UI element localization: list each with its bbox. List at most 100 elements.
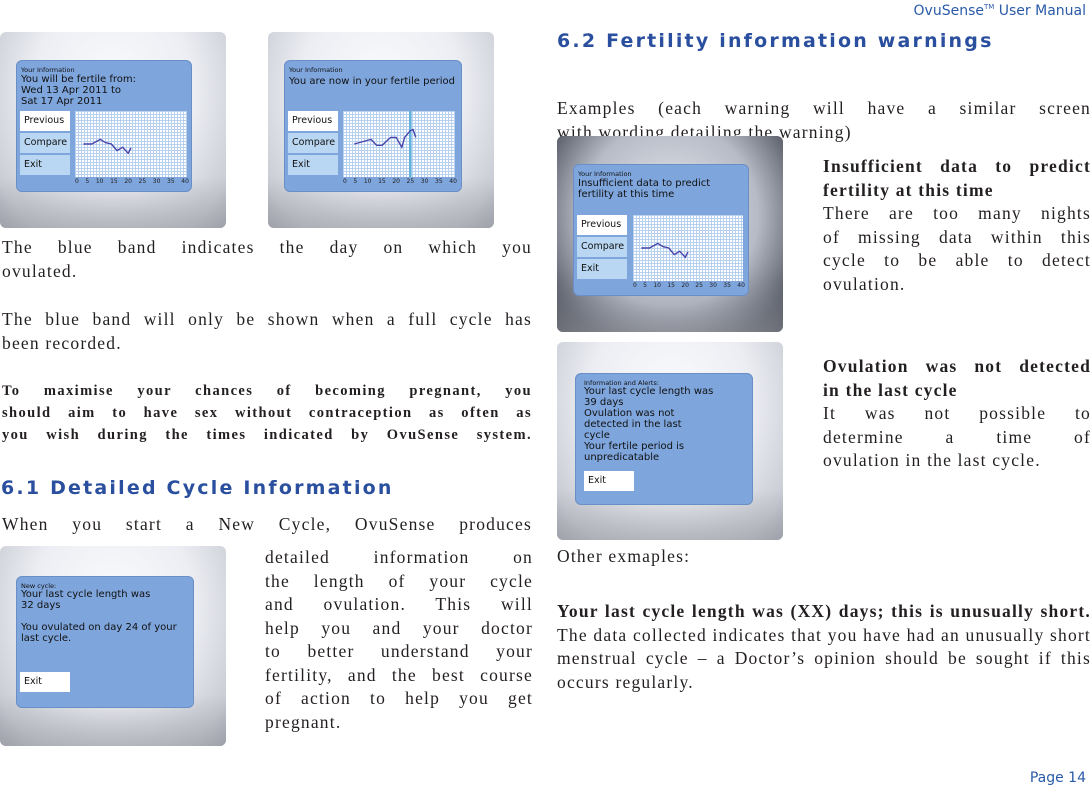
- tick-label: 25: [695, 282, 703, 289]
- paragraph-maximise-chances: To maximise your chances of becoming pre…: [2, 380, 532, 446]
- previous-button[interactable]: Previous: [288, 111, 338, 131]
- paragraph-new-cycle-intro: When you start a New Cycle, OvuSense pro…: [2, 513, 532, 537]
- paragraph-full-cycle: The blue band will only be shown when a …: [2, 308, 532, 355]
- exit-button[interactable]: Exit: [288, 155, 338, 175]
- temperature-line: [83, 139, 131, 153]
- temperature-line: [354, 129, 416, 147]
- text-line: of missing data within this: [823, 226, 1091, 247]
- tick-label: 5: [85, 178, 90, 185]
- device-screen: Your Information You will be fertile fro…: [16, 60, 192, 192]
- text-line: cycle to be able to detect: [823, 250, 1091, 270]
- text-line: ovulated.: [2, 260, 78, 281]
- text-line: should aim to have sex without contracep…: [2, 405, 532, 421]
- page-number: Page 14: [1029, 770, 1086, 786]
- screen-caption: Your Information: [289, 66, 343, 74]
- tick-label: 0: [343, 178, 347, 185]
- device-image-fertile-period: Your Information You are now in your fer…: [268, 32, 494, 228]
- brand-name: OvuSense: [913, 3, 984, 19]
- screen-message: You will be fertile from: Wed 13 Apr 201…: [21, 74, 137, 107]
- tick-label: 35: [435, 178, 443, 185]
- tick-label: 35: [723, 282, 731, 289]
- tick-label: 20: [124, 178, 132, 185]
- tick-label: 10: [95, 178, 104, 185]
- screen-message: Your last cycle length was 39 days Ovula…: [584, 386, 714, 463]
- section-heading-6-2: 6.2 Fertility information warnings: [557, 30, 994, 52]
- text-line: you wish during the times indicated by O…: [2, 427, 532, 443]
- text-line: ovulation in the last cycle.: [823, 450, 1041, 470]
- tick-label: 40: [181, 178, 189, 185]
- previous-button[interactable]: Previous: [577, 215, 627, 235]
- temperature-chart: [75, 111, 187, 177]
- tick-label: 30: [709, 282, 717, 289]
- warning-insufficient-data: Insufficient data to predict fertility a…: [823, 155, 1091, 296]
- screen-message: You are now in your fertile period: [289, 76, 455, 87]
- text-line: To maximise your chances of becoming pre…: [2, 383, 532, 399]
- exit-button[interactable]: Exit: [577, 259, 627, 279]
- text-line: It was not possible to: [823, 403, 1091, 423]
- text-line: help you and your doctor: [265, 617, 533, 638]
- text-line: ovulation.: [823, 273, 906, 294]
- paragraph-short-cycle-warning: Your last cycle length was (XX) days; th…: [557, 600, 1091, 694]
- tick-label: 20: [681, 282, 689, 289]
- chart-day-axis: 0 5 10 15 20 25 30 35 40: [633, 282, 745, 289]
- section-heading-6-1: 6.1 Detailed Cycle Information: [1, 477, 394, 499]
- device-screen: New cycle: Your last cycle length was 32…: [16, 576, 194, 708]
- device-image-fertile-from: Your Information You will be fertile fro…: [0, 32, 226, 228]
- screen-message: Your last cycle length was 32 days You o…: [21, 589, 177, 644]
- temperature-curve: [633, 215, 743, 281]
- device-image-insufficient-data: Your Information Insufficient data to pr…: [557, 136, 783, 332]
- tick-label: 30: [420, 178, 429, 185]
- temperature-curve: [75, 111, 187, 177]
- ovulation-band: [409, 111, 412, 177]
- text-line: to better understand your: [265, 641, 533, 661]
- tick-label: 35: [167, 178, 175, 185]
- text-line: pregnant.: [265, 711, 342, 732]
- exit-button[interactable]: Exit: [20, 672, 70, 692]
- tick-label: 40: [737, 282, 745, 289]
- text-line: been recorded.: [2, 332, 122, 353]
- compare-button[interactable]: Compare: [288, 133, 338, 153]
- exit-button[interactable]: Exit: [584, 471, 634, 491]
- text-line: The blue band will only be shown when a …: [2, 309, 532, 329]
- screen-caption: Your Information: [578, 170, 632, 178]
- tick-label: 15: [378, 178, 386, 185]
- device-screen: Your Information You are now in your fer…: [284, 60, 462, 192]
- tick-label: 5: [353, 178, 358, 185]
- warning-title-line: fertility at this time: [823, 179, 994, 200]
- device-screen: Your Information Insufficient data to pr…: [573, 164, 749, 296]
- text-line: of action to help you get: [265, 688, 533, 708]
- text-line: Examples (each warning will have a simil…: [557, 98, 1091, 118]
- text-line: When you start a New Cycle, OvuSense pro…: [2, 514, 532, 534]
- tick-label: 0: [633, 282, 637, 289]
- tick-label: 30: [152, 178, 161, 185]
- temperature-chart: [633, 215, 743, 281]
- text-line: There are too many nights: [823, 203, 1091, 223]
- warning-title-line: Insufficient data to predict: [823, 156, 1091, 176]
- chart-day-axis: 0 5 10 15 20 25 30 35 40: [343, 178, 457, 185]
- manual-title: User Manual: [998, 3, 1086, 19]
- tick-label: 10: [653, 282, 661, 289]
- tick-label: 5: [643, 282, 647, 289]
- warning-ovulation-not-detected: Ovulation was not detected in the last c…: [823, 355, 1091, 473]
- previous-button[interactable]: Previous: [20, 111, 70, 131]
- tick-label: 10: [363, 178, 372, 185]
- chart-day-axis: 0 5 10 15 20 25 30 35 40: [75, 178, 189, 185]
- text-line: and ovulation. This will: [265, 594, 533, 614]
- screen-message: Insufficient data to predict fertility a…: [578, 178, 711, 200]
- compare-button[interactable]: Compare: [577, 237, 627, 257]
- tick-label: 25: [138, 178, 147, 185]
- device-image-new-cycle: New cycle: Your last cycle length was 32…: [0, 546, 226, 746]
- text-line: detailed information on: [265, 547, 533, 567]
- temperature-chart: [343, 111, 455, 177]
- text-line: The blue band indicates the day on which…: [2, 237, 532, 257]
- tick-label: 15: [110, 178, 118, 185]
- tick-label: 0: [75, 178, 79, 185]
- compare-button[interactable]: Compare: [20, 133, 70, 153]
- temperature-line: [641, 243, 688, 257]
- warning-title-line: in the last cycle: [823, 379, 958, 400]
- exit-button[interactable]: Exit: [20, 155, 70, 175]
- tick-label: 15: [667, 282, 675, 289]
- short-cycle-warning-body: The data collected indicates that you ha…: [557, 624, 1091, 692]
- manual-header: OvuSenseTM User Manual: [914, 3, 1086, 19]
- paragraph-blue-band: The blue band indicates the day on which…: [2, 236, 532, 283]
